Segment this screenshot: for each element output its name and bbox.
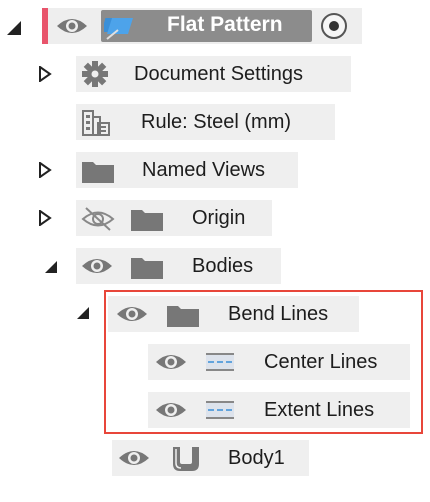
selection-highlight-box: [104, 290, 423, 434]
eye-icon[interactable]: [117, 446, 151, 470]
tree-node-label: Body1: [228, 447, 285, 469]
tree-node-label: Document Settings: [134, 63, 303, 85]
tree-node-label: Origin: [192, 207, 246, 229]
expand-triangle-icon[interactable]: [6, 20, 22, 36]
expand-triangle-icon[interactable]: [76, 306, 90, 320]
tree-node-label: Flat Pattern: [167, 13, 283, 36]
sheet-body-icon: [173, 447, 199, 471]
tree-node-label: Named Views: [142, 159, 266, 181]
collapsed-triangle-icon[interactable]: [38, 162, 52, 178]
flat-pattern-icon: [104, 18, 133, 40]
collapsed-triangle-icon[interactable]: [38, 210, 52, 226]
eye-hidden-icon[interactable]: [80, 206, 116, 232]
radio-activate-icon[interactable]: [320, 12, 348, 40]
tree-node-label: Bodies: [192, 255, 254, 277]
gear-icon: [82, 61, 108, 87]
collapsed-triangle-icon[interactable]: [38, 66, 52, 82]
rule-icon: [82, 110, 110, 136]
folder-icon: [131, 210, 163, 231]
tree-node-label: Rule: Steel (mm): [141, 111, 292, 133]
folder-icon: [131, 258, 163, 279]
eye-icon[interactable]: [55, 14, 89, 38]
folder-icon: [82, 162, 114, 183]
eye-icon[interactable]: [80, 254, 114, 278]
active-marker: [42, 8, 48, 44]
expand-triangle-icon[interactable]: [44, 260, 58, 274]
